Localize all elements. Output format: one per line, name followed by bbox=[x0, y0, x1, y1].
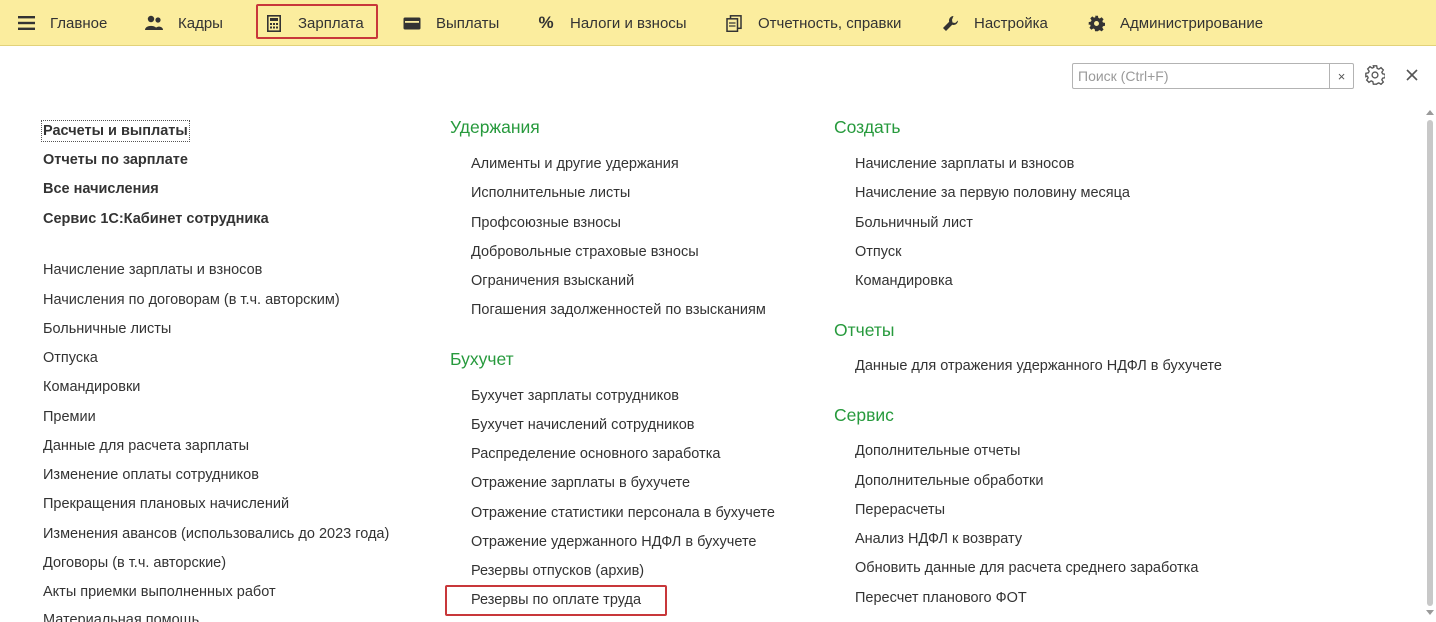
link-create-business-trip[interactable]: Командировка bbox=[855, 272, 953, 290]
wrench-icon bbox=[940, 13, 960, 33]
link-acceptance-acts[interactable]: Акты приемки выполненных работ bbox=[43, 583, 276, 601]
link-labor-reserves[interactable]: Резервы по оплате труда bbox=[471, 591, 641, 609]
search-box: × bbox=[1072, 63, 1354, 89]
link-accounting-salary[interactable]: Бухучет зарплаты сотрудников bbox=[471, 387, 679, 405]
link-financial-aid[interactable]: Материальная помощь bbox=[43, 611, 199, 622]
close-icon[interactable] bbox=[1402, 65, 1424, 87]
top-nav-bar: Главное Кадры Зарплата Выплаты % Налоги … bbox=[0, 0, 1436, 46]
link-ndfl-reflection[interactable]: Отражение удержанного НДФЛ в бухучете bbox=[471, 533, 756, 551]
gear-icon bbox=[1086, 13, 1106, 33]
link-ndfl-reflection-data[interactable]: Данные для отражения удержанного НДФЛ в … bbox=[855, 357, 1222, 375]
link-writs[interactable]: Исполнительные листы bbox=[471, 184, 630, 202]
nav-item-label: Выплаты bbox=[436, 14, 500, 32]
nav-item-hr[interactable]: Кадры bbox=[144, 0, 223, 46]
link-contracts[interactable]: Договоры (в т.ч. авторские) bbox=[43, 554, 226, 572]
link-vacations[interactable]: Отпуска bbox=[43, 349, 98, 367]
link-salary-reflection[interactable]: Отражение зарплаты в бухучете bbox=[471, 474, 690, 492]
link-salary-accrual[interactable]: Начисление зарплаты и взносов bbox=[43, 261, 262, 279]
nav-item-label: Кадры bbox=[178, 14, 223, 32]
link-contract-accruals[interactable]: Начисления по договорам (в т.ч. авторски… bbox=[43, 291, 340, 309]
nav-item-label: Зарплата bbox=[298, 14, 364, 32]
nav-item-reports[interactable]: Отчетность, справки bbox=[724, 0, 901, 46]
section-title-reports: Отчеты bbox=[834, 320, 895, 340]
wallet-icon bbox=[402, 13, 422, 33]
nav-item-payments[interactable]: Выплаты bbox=[402, 0, 499, 46]
percent-icon: % bbox=[538, 13, 554, 32]
settings-gear-icon[interactable] bbox=[1365, 65, 1387, 87]
nav-item-taxes[interactable]: % Налоги и взносы bbox=[536, 0, 687, 46]
link-extra-reports[interactable]: Дополнительные отчеты bbox=[855, 442, 1020, 460]
link-staff-statistics[interactable]: Отражение статистики персонала в бухучет… bbox=[471, 504, 775, 522]
nav-item-label: Налоги и взносы bbox=[570, 14, 687, 32]
nav-item-label: Главное bbox=[50, 14, 108, 32]
nav-item-label: Настройка bbox=[974, 14, 1048, 32]
link-vacation-reserves-archive[interactable]: Резервы отпусков (архив) bbox=[471, 562, 644, 580]
nav-item-label: Отчетность, справки bbox=[758, 14, 902, 32]
section-title-service: Сервис bbox=[834, 405, 894, 425]
scroll-up-arrow-icon[interactable] bbox=[1426, 110, 1434, 115]
nav-item-main[interactable]: Главное bbox=[16, 0, 107, 46]
scroll-down-arrow-icon[interactable] bbox=[1426, 610, 1434, 615]
link-accounting-accruals[interactable]: Бухучет начислений сотрудников bbox=[471, 416, 694, 434]
link-create-first-half-accrual[interactable]: Начисление за первую половину месяца bbox=[855, 184, 1130, 202]
link-collection-limits[interactable]: Ограничения взысканий bbox=[471, 272, 634, 290]
people-icon bbox=[144, 13, 164, 33]
section-title-deductions: Удержания bbox=[450, 117, 540, 137]
link-bonuses[interactable]: Премии bbox=[43, 408, 96, 426]
link-recalc-planned-payroll[interactable]: Пересчет планового ФОТ bbox=[855, 589, 1027, 607]
link-create-vacation[interactable]: Отпуск bbox=[855, 243, 901, 261]
search-clear-button[interactable]: × bbox=[1329, 64, 1353, 88]
scrollbar-thumb[interactable] bbox=[1427, 120, 1433, 606]
search-input[interactable] bbox=[1073, 64, 1329, 88]
nav-item-administration[interactable]: Администрирование bbox=[1086, 0, 1263, 46]
link-pay-change[interactable]: Изменение оплаты сотрудников bbox=[43, 466, 259, 484]
link-ndfl-refund-analysis[interactable]: Анализ НДФЛ к возврату bbox=[855, 530, 1022, 548]
link-create-salary-accrual[interactable]: Начисление зарплаты и взносов bbox=[855, 155, 1074, 173]
link-recalculations[interactable]: Перерасчеты bbox=[855, 501, 945, 519]
link-stop-planned-accruals[interactable]: Прекращения плановых начислений bbox=[43, 495, 289, 513]
link-union-fees[interactable]: Профсоюзные взносы bbox=[471, 214, 621, 232]
link-update-average-earnings[interactable]: Обновить данные для расчета среднего зар… bbox=[855, 559, 1198, 577]
section-title-create: Создать bbox=[834, 117, 901, 137]
link-salary-reports[interactable]: Отчеты по зарплате bbox=[43, 151, 188, 169]
nav-item-salary[interactable]: Зарплата bbox=[264, 0, 364, 46]
link-create-sick-leave[interactable]: Больничный лист bbox=[855, 214, 973, 232]
link-debt-repayments[interactable]: Погашения задолженностей по взысканиям bbox=[471, 301, 766, 319]
link-alimony[interactable]: Алименты и другие удержания bbox=[471, 155, 679, 173]
calculator-icon bbox=[264, 13, 284, 33]
link-earnings-distribution[interactable]: Распределение основного заработка bbox=[471, 445, 720, 463]
link-voluntary-insurance[interactable]: Добровольные страховые взносы bbox=[471, 243, 699, 261]
nav-item-settings[interactable]: Настройка bbox=[940, 0, 1048, 46]
link-sick-leaves[interactable]: Больничные листы bbox=[43, 320, 171, 338]
link-all-accruals[interactable]: Все начисления bbox=[43, 180, 159, 198]
hamburger-icon bbox=[16, 13, 36, 33]
link-business-trips[interactable]: Командировки bbox=[43, 378, 140, 396]
link-extra-processors[interactable]: Дополнительные обработки bbox=[855, 472, 1043, 490]
link-employee-cabinet-service[interactable]: Сервис 1С:Кабинет сотрудника bbox=[43, 210, 269, 228]
link-advance-changes[interactable]: Изменения авансов (использовались до 202… bbox=[43, 525, 389, 543]
section-title-accounting: Бухучет bbox=[450, 349, 514, 369]
link-payments-and-calculations[interactable]: Расчеты и выплаты bbox=[41, 120, 190, 142]
link-salary-data[interactable]: Данные для расчета зарплаты bbox=[43, 437, 249, 455]
documents-icon bbox=[724, 13, 744, 33]
nav-item-label: Администрирование bbox=[1120, 14, 1264, 32]
